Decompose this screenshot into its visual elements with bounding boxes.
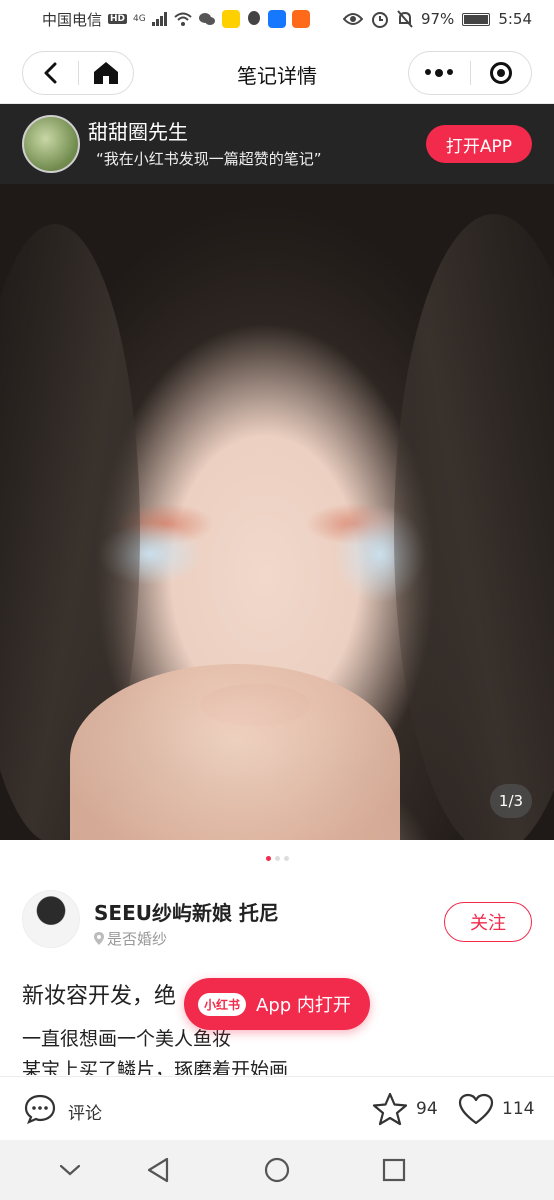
star-icon[interactable] <box>372 1092 408 1126</box>
author-avatar[interactable] <box>22 890 80 948</box>
wechat-icon <box>198 13 215 25</box>
status-bar: 中国电信 HD 4G 97% 5:54 <box>0 0 554 38</box>
target-circle-icon <box>489 62 512 84</box>
avatar[interactable] <box>22 115 80 173</box>
share-text: “我在小红书发现一篇超赞的笔记” <box>96 150 322 168</box>
carousel-dot <box>274 856 280 861</box>
comment-icon[interactable] <box>24 1094 56 1124</box>
triangle-back-icon <box>147 1157 169 1183</box>
share-banner: 甜甜圈先生 “我在小红书发现一篇超赞的笔记” 打开APP <box>0 104 554 184</box>
heart-icon[interactable] <box>458 1093 494 1125</box>
eye-icon <box>342 13 363 25</box>
system-navigation-bar <box>0 1140 554 1200</box>
comment-label[interactable]: 评论 <box>68 1099 102 1124</box>
status-left: 中国电信 HD 4G <box>42 9 310 30</box>
fox-app-icon <box>291 10 310 28</box>
open-app-button[interactable]: 打开APP <box>426 125 532 163</box>
follow-button[interactable]: 关注 <box>444 902 532 942</box>
system-back-button[interactable] <box>144 1156 172 1184</box>
square-recents-icon <box>382 1158 406 1182</box>
photo-hair-right <box>394 214 554 840</box>
signal-icon <box>151 12 167 26</box>
location-pin-icon <box>94 932 104 945</box>
more-button[interactable] <box>409 52 470 94</box>
meituan-icon <box>221 10 240 28</box>
alarm-icon <box>371 12 388 28</box>
qq-icon <box>247 11 260 25</box>
note-action-bar: 评论 94 114 <box>0 1076 554 1140</box>
system-recents-button[interactable] <box>380 1156 408 1184</box>
collect-count: 94 <box>416 1099 438 1119</box>
note-title: 新妆容开发，绝 <box>22 984 177 1009</box>
navigation-bar: 笔记详情 <box>0 38 554 104</box>
nav-capsule-right <box>408 51 532 95</box>
more-dots-icon <box>425 69 454 77</box>
wifi-icon <box>174 12 192 26</box>
carrier-label: 中国电信 <box>42 10 103 29</box>
location-label: 是否婚纱 <box>107 930 168 948</box>
note-photo[interactable]: 甜甜圈先生 “我在小红书发现一篇超赞的笔记” 打开APP 1/3 <box>0 104 554 840</box>
alipay-icon <box>267 10 286 28</box>
open-in-app-button[interactable]: 小红书 App 内打开 <box>184 978 370 1030</box>
clock: 5:54 <box>498 10 532 28</box>
hide-keyboard-button[interactable] <box>56 1156 84 1184</box>
circle-home-icon <box>264 1157 290 1183</box>
hd-icon: HD <box>108 14 128 24</box>
photo-page-counter: 1/3 <box>490 784 532 818</box>
carousel-indicator <box>0 856 554 861</box>
like-count: 114 <box>502 1099 535 1119</box>
carousel-dot <box>283 856 289 861</box>
system-home-button[interactable] <box>263 1156 291 1184</box>
author-name[interactable]: SEEU纱屿新娘 托尼 <box>94 897 279 926</box>
battery-icon <box>462 12 491 26</box>
network-label: 4G <box>133 14 146 24</box>
battery-percent: 97% <box>420 10 455 28</box>
open-in-app-label: App 内打开 <box>256 995 351 1016</box>
author-location: 是否婚纱 <box>94 928 167 949</box>
sharer-name: 甜甜圈先生 <box>88 120 188 144</box>
note-body-line: 某宝上买了鳞片，琢磨着开始画 <box>22 1059 289 1075</box>
chevron-down-icon <box>59 1164 81 1176</box>
xiaohongshu-logo: 小红书 <box>198 992 247 1016</box>
mute-bell-icon <box>397 10 413 28</box>
close-miniprogram-button[interactable] <box>471 52 532 94</box>
carousel-dot-active <box>265 856 271 861</box>
status-right: 97% 5:54 <box>342 10 532 28</box>
photo-hand <box>70 664 400 840</box>
